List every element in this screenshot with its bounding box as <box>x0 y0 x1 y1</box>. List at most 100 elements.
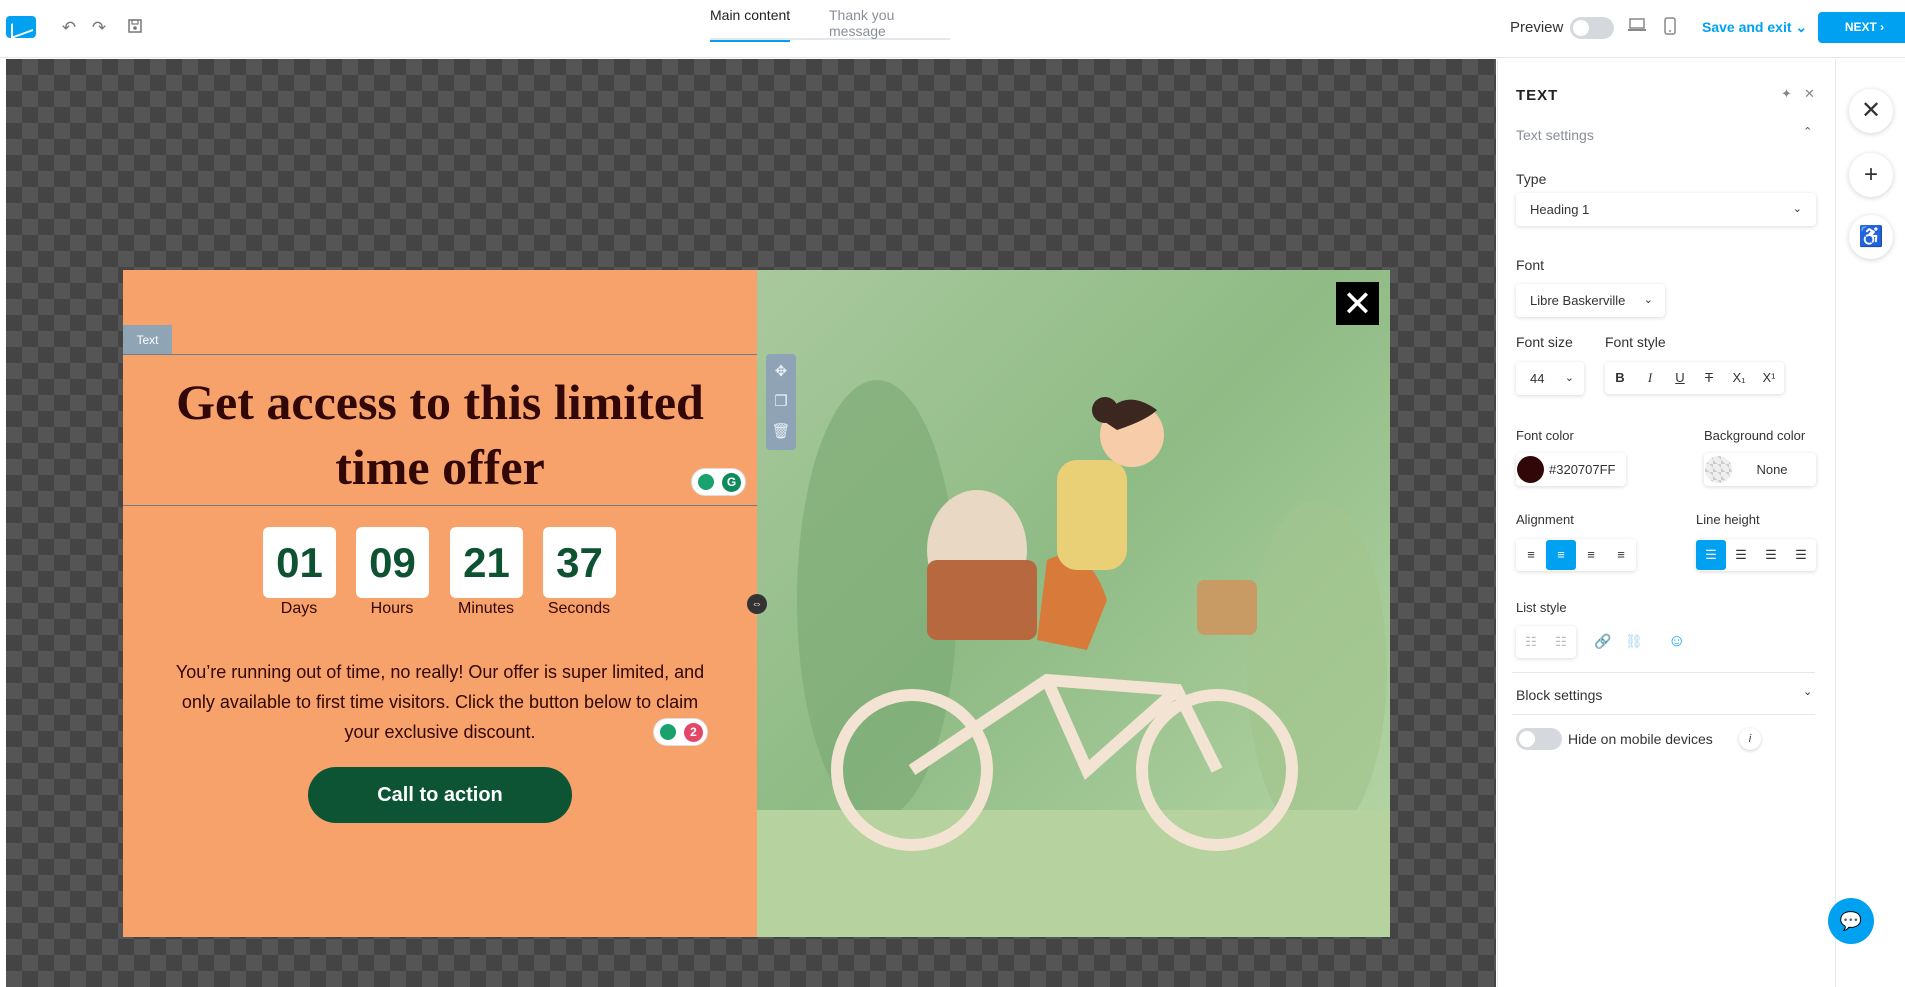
tab-thank-you-message[interactable]: Thank you message <box>829 7 950 40</box>
logo-icon[interactable] <box>6 16 36 38</box>
type-select[interactable]: Heading 1 ⌄ <box>1516 193 1816 226</box>
hint-icon <box>698 474 714 490</box>
countdown-minutes-value: 21 <box>450 527 523 598</box>
superscript-icon[interactable]: X¹ <box>1754 363 1784 393</box>
font-size-label: Font size <box>1516 334 1573 350</box>
headline-block[interactable]: Get access to this limited time offer G <box>123 354 757 506</box>
accessibility-icon[interactable]: ♿ <box>1849 215 1893 259</box>
font-label: Font <box>1516 257 1545 273</box>
chevron-down-icon: ⌄ <box>1643 294 1653 306</box>
grammarly-icon: G <box>722 473 741 492</box>
countdown-hours-value: 09 <box>356 527 429 598</box>
strikethrough-icon[interactable]: T <box>1694 363 1724 393</box>
countdown-days-value: 01 <box>263 527 336 598</box>
add-icon[interactable]: + <box>1849 153 1893 197</box>
popup-image[interactable]: ✕ <box>757 270 1390 937</box>
font-color-value: #320707FF <box>1549 462 1616 477</box>
align-left-icon[interactable]: ≡ <box>1516 540 1546 570</box>
alignment-label: Alignment <box>1516 512 1574 527</box>
popup-content-area[interactable]: Text Get access to this limited time off… <box>123 270 757 937</box>
grammar-hint[interactable]: G <box>691 468 746 496</box>
move-icon[interactable]: ✥ <box>771 362 791 382</box>
line-height-2-icon[interactable]: ☰ <box>1726 540 1756 570</box>
next-button[interactable]: NEXT › <box>1818 12 1905 43</box>
popup-preview: Text Get access to this limited time off… <box>123 270 1390 937</box>
hide-mobile-toggle[interactable] <box>1516 728 1562 750</box>
tab-bar: Main content Thank you message <box>710 0 950 42</box>
duplicate-icon[interactable]: ❐ <box>771 392 791 412</box>
list-style-buttons: ☷ ☷ <box>1516 626 1576 658</box>
chat-icon[interactable]: 💬 <box>1828 898 1874 944</box>
pin-icon[interactable]: ✦ <box>1781 86 1792 102</box>
line-height-3-icon[interactable]: ☰ <box>1756 540 1786 570</box>
font-color-field[interactable]: #320707FF <box>1516 453 1626 486</box>
editor-canvas[interactable]: Text Get access to this limited time off… <box>6 59 1496 987</box>
countdown-hours-label: Hours <box>370 600 414 617</box>
bold-icon[interactable]: B <box>1605 363 1635 393</box>
close-icon[interactable]: ✕ <box>1849 89 1893 133</box>
hide-mobile-label: Hide on mobile devices <box>1568 731 1713 747</box>
trash-icon[interactable]: 🗑 <box>771 422 791 442</box>
mobile-icon[interactable] <box>1659 17 1681 39</box>
headline-text[interactable]: Get access to this limited time offer <box>123 370 757 500</box>
text-settings-header[interactable]: Text settings <box>1516 127 1594 143</box>
chevron-down-icon: ⌄ <box>1795 19 1808 35</box>
emoji-icon[interactable]: ☺ <box>1668 631 1685 651</box>
redo-icon[interactable]: ↷ <box>88 17 110 39</box>
italic-icon[interactable]: I <box>1635 363 1665 393</box>
hint-icon <box>660 724 676 740</box>
cta-button[interactable]: Call to action <box>308 767 572 823</box>
chevron-right-icon: › <box>1880 20 1885 34</box>
popup-close-icon[interactable]: ✕ <box>1336 282 1379 325</box>
line-height-4-icon[interactable]: ☰ <box>1786 540 1816 570</box>
background-color-swatch[interactable] <box>1705 456 1732 483</box>
font-select[interactable]: Libre Baskerville ⌄ <box>1516 284 1665 317</box>
preview-label: Preview <box>1510 19 1564 36</box>
font-style-buttons: B I U T X₁ X¹ <box>1605 362 1784 394</box>
undo-icon[interactable]: ↶ <box>58 17 80 39</box>
close-panel-icon[interactable]: ✕ <box>1804 86 1815 102</box>
divider <box>1512 714 1815 715</box>
save-icon[interactable] <box>124 17 146 39</box>
font-color-swatch[interactable] <box>1517 456 1544 483</box>
line-height-1-icon[interactable]: ☰ <box>1696 540 1726 570</box>
right-sidebar: ✕ + ♿ <box>1837 59 1905 987</box>
resize-split-icon[interactable]: ⇔ <box>747 594 767 614</box>
align-center-icon[interactable]: ≡ <box>1546 540 1576 570</box>
numbered-list-icon[interactable]: ☷ <box>1546 627 1576 657</box>
background-color-field[interactable]: None <box>1704 453 1816 486</box>
align-justify-icon[interactable]: ≡ <box>1606 540 1636 570</box>
align-right-icon[interactable]: ≡ <box>1576 540 1606 570</box>
divider <box>1512 672 1815 673</box>
line-height-buttons: ☰ ☰ ☰ ☰ <box>1696 539 1816 571</box>
info-icon[interactable]: i <box>1739 728 1761 750</box>
link-icon[interactable]: 🔗 <box>1594 633 1611 650</box>
list-style-label: List style <box>1516 600 1567 615</box>
background-color-label: Background color <box>1704 428 1806 443</box>
type-label: Type <box>1516 171 1547 187</box>
desktop-icon[interactable] <box>1626 17 1648 39</box>
subscript-icon[interactable]: X₁ <box>1724 363 1754 393</box>
panel-title: TEXT <box>1516 87 1559 104</box>
chevron-up-icon[interactable]: ⌃ <box>1803 125 1812 138</box>
chevron-down-icon: ⌄ <box>1792 203 1802 215</box>
bullet-list-icon[interactable]: ☷ <box>1516 627 1546 657</box>
chevron-down-icon: ⌄ <box>1564 372 1574 384</box>
unlink-icon[interactable]: ⛓ <box>1625 633 1643 650</box>
font-size-select[interactable]: 44 ⌄ <box>1516 362 1584 395</box>
font-style-label: Font style <box>1605 334 1666 350</box>
underline-icon[interactable]: U <box>1665 363 1695 393</box>
selected-element-label: Text <box>123 325 172 355</box>
tab-main-content[interactable]: Main content <box>710 7 791 42</box>
preview-toggle[interactable] <box>1570 17 1614 39</box>
grammar-hint-2[interactable]: 2 <box>653 718 708 746</box>
chevron-down-icon[interactable]: ⌄ <box>1803 685 1812 698</box>
settings-panel: TEXT ✦ ✕ Text settings ⌃ Type Heading 1 ⌄… <box>1497 59 1836 987</box>
body-text[interactable]: You’re running out of time, no really! O… <box>163 657 717 747</box>
countdown-minutes-label: Minutes <box>457 600 515 617</box>
block-settings-header[interactable]: Block settings <box>1516 687 1602 703</box>
save-and-exit-button[interactable]: Save and exit ⌄ <box>1702 19 1807 36</box>
font-color-label: Font color <box>1516 428 1574 443</box>
alignment-buttons: ≡ ≡ ≡ ≡ <box>1516 539 1636 571</box>
next-label: NEXT <box>1844 20 1877 34</box>
